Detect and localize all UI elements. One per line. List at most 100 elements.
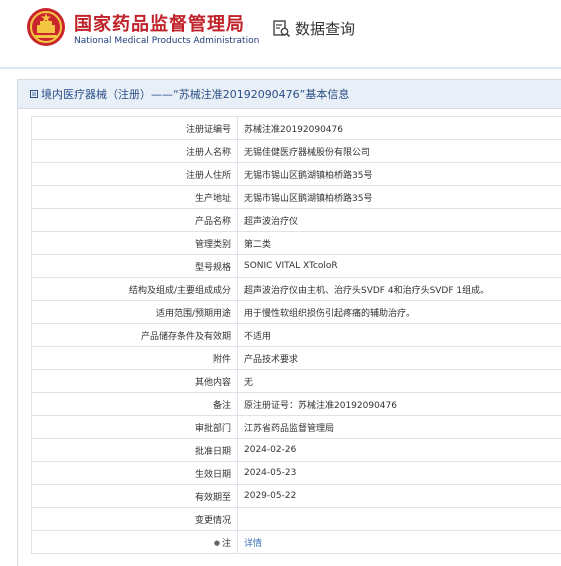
table-row: 管理类别第二类 [32, 232, 561, 255]
field-value: 2024-05-23 [238, 462, 561, 485]
field-label: 注册人住所 [32, 163, 238, 186]
table-row: 生效日期 2024-05-23 [32, 462, 561, 485]
field-label-text: 注册人住所 [186, 171, 231, 181]
field-label-text: 管理类别 [195, 240, 231, 250]
field-label-text: 批准日期 [195, 447, 231, 457]
field-label: 型号规格 [32, 255, 238, 278]
field-label-text: 注册证编号 [186, 125, 231, 135]
field-label-text: 其他内容 [195, 378, 231, 388]
field-value-text: 苏械注准20192090476 [244, 125, 343, 135]
field-value: 江苏省药品监督管理局 [238, 416, 561, 439]
field-label-text: 生产地址 [195, 194, 231, 204]
field-value-text: 无锡市锡山区鹅湖镇柏桥路35号 [244, 194, 372, 204]
details-link[interactable]: 详情 [244, 539, 262, 549]
field-value-text: 2024-05-23 [244, 468, 296, 478]
field-label: 变更情况 [32, 508, 238, 531]
field-label-text: 变更情况 [195, 516, 231, 526]
note-pin-icon: ● [214, 539, 220, 547]
field-value-text: 2029-05-22 [244, 491, 296, 501]
field-label-text: 结构及组成/主要组成成分 [129, 286, 231, 296]
field-value-text: 超声波治疗仪 [244, 217, 298, 227]
field-label-text: 审批部门 [195, 424, 231, 434]
table-row: 型号规格 SONIC VITAL XTcoloR [32, 255, 561, 278]
field-value: 无锡市锡山区鹅湖镇柏桥路35号 [238, 186, 561, 209]
field-label: 审批部门 [32, 416, 238, 439]
field-value: 2024-02-26 [238, 439, 561, 462]
field-value-text: 无 [244, 378, 253, 388]
field-value: 产品技术要求 [238, 347, 561, 370]
field-label-text: 型号规格 [195, 263, 231, 273]
table-row: 审批部门 江苏省药品监督管理局 [32, 416, 561, 439]
data-query-icon [273, 20, 291, 38]
field-value-text: 用于慢性软组织损伤引起疼痛的辅助治疗。 [244, 309, 415, 319]
field-label: ●注 [32, 531, 238, 554]
field-value: 超声波治疗仪 [238, 209, 561, 232]
field-value-text: 2024-02-26 [244, 445, 296, 455]
field-label-text: 注册人名称 [186, 148, 231, 158]
field-label: 产品储存条件及有效期 [32, 324, 238, 347]
table-row: 生产地址 无锡市锡山区鹅湖镇柏桥路35号 [32, 186, 561, 209]
field-label-text: 附件 [213, 355, 231, 365]
field-value: 无锡佳健医疗器械股份有限公司 [238, 140, 561, 163]
table-row: 适用范围/预期用途 用于慢性软组织损伤引起疼痛的辅助治疗。 [32, 301, 561, 324]
field-value: 无 [238, 370, 561, 393]
field-value-text: 无锡市锡山区鹅湖镇柏桥路35号 [244, 171, 372, 181]
field-value: 超声波治疗仪由主机、治疗头SVDF 4和治疗头SVDF 1组成。 [238, 278, 561, 301]
field-label: 生效日期 [32, 462, 238, 485]
field-label: 注册证编号 [32, 117, 238, 140]
field-value: 第二类 [238, 232, 561, 255]
field-label: 附件 [32, 347, 238, 370]
field-value-text: 原注册证号：苏械注准20192090476 [244, 401, 397, 411]
table-row: 备注 原注册证号：苏械注准20192090476 [32, 393, 561, 416]
site-title: 国家药品监督管理局 [74, 10, 245, 36]
field-value-text: 产品技术要求 [244, 355, 298, 365]
table-row: 产品名称 超声波治疗仪 [32, 209, 561, 232]
field-label-text: 产品储存条件及有效期 [141, 332, 231, 342]
field-value: 用于慢性软组织损伤引起疼痛的辅助治疗。 [238, 301, 561, 324]
field-label: 有效期至 [32, 485, 238, 508]
table-row: 批准日期 2024-02-26 [32, 439, 561, 462]
field-value-text: 江苏省药品监督管理局 [244, 424, 334, 434]
field-value: 详情 [238, 531, 561, 554]
field-label-text: 适用范围/预期用途 [156, 309, 231, 319]
field-label-text: 产品名称 [195, 217, 231, 227]
field-value: 苏械注准20192090476 [238, 117, 561, 140]
header-divider [0, 67, 561, 69]
field-label: 管理类别 [32, 232, 238, 255]
detail-table: 注册证编号 苏械注准20192090476 注册人名称 无锡佳健医疗器械股份有限公司注… [31, 116, 561, 554]
field-value-text: 超声波治疗仪由主机、治疗头SVDF 4和治疗头SVDF 1组成。 [244, 286, 489, 296]
field-value: 无锡市锡山区鹅湖镇柏桥路35号 [238, 163, 561, 186]
table-row: 其他内容 无 [32, 370, 561, 393]
table-row: ●注详情 [32, 531, 561, 554]
field-value-text: 不适用 [244, 332, 271, 342]
document-icon [30, 90, 38, 98]
panel-header: 境内医疗器械（注册）——“苏械注准20192090476”基本信息 [18, 80, 561, 109]
table-row: 注册人住所 无锡市锡山区鹅湖镇柏桥路35号 [32, 163, 561, 186]
table-row: 附件 产品技术要求 [32, 347, 561, 370]
field-label: 适用范围/预期用途 [32, 301, 238, 324]
field-value: SONIC VITAL XTcoloR [238, 255, 561, 278]
field-value: 2029-05-22 [238, 485, 561, 508]
field-label-text: 有效期至 [195, 493, 231, 503]
field-label-text: 备注 [213, 401, 231, 411]
table-row: 结构及组成/主要组成成分 超声波治疗仪由主机、治疗头SVDF 4和治疗头SVDF … [32, 278, 561, 301]
field-value-text: SONIC VITAL XTcoloR [244, 261, 338, 271]
field-label-text: 生效日期 [195, 470, 231, 480]
table-row: 产品储存条件及有效期 不适用 [32, 324, 561, 347]
site-header: 国家药品监督管理局 National Medical Products Admi… [0, 0, 561, 58]
field-label: 批准日期 [32, 439, 238, 462]
panel-title: 境内医疗器械（注册）——“苏械注准20192090476”基本信息 [41, 86, 349, 102]
field-label: 备注 [32, 393, 238, 416]
field-label: 结构及组成/主要组成成分 [32, 278, 238, 301]
field-label-text: 注 [222, 539, 231, 549]
table-row: 有效期至 2029-05-22 [32, 485, 561, 508]
data-query-label: 数据查询 [295, 18, 355, 39]
field-value [238, 508, 561, 531]
site-title-en: National Medical Products Administration [74, 36, 259, 46]
field-label: 生产地址 [32, 186, 238, 209]
field-value-text: 无锡佳健医疗器械股份有限公司 [244, 148, 370, 158]
field-value: 不适用 [238, 324, 561, 347]
data-query-link[interactable]: 数据查询 [273, 18, 355, 39]
field-label: 其他内容 [32, 370, 238, 393]
detail-panel: 境内医疗器械（注册）——“苏械注准20192090476”基本信息 注册证编号 苏… [17, 79, 561, 566]
